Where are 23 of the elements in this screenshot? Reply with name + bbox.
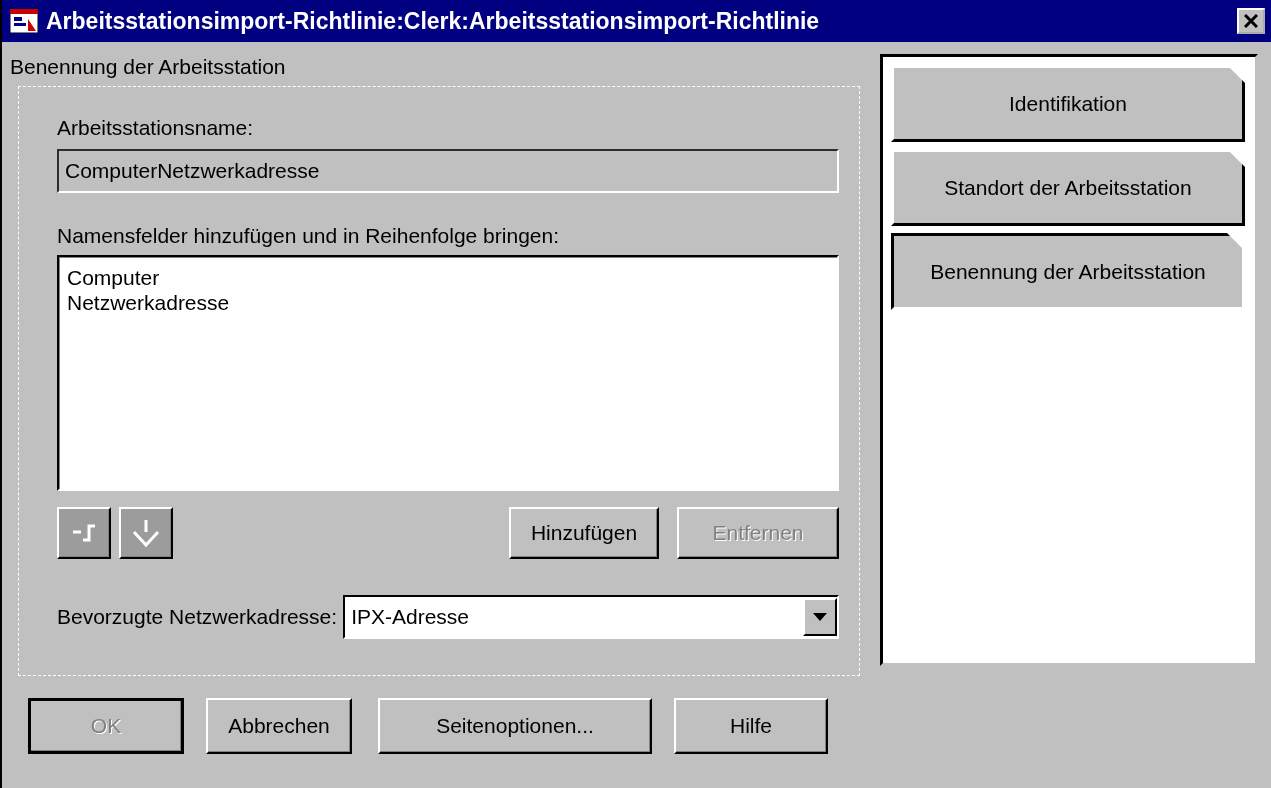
app-icon: [10, 9, 38, 33]
window-title: Arbeitsstationsimport-Richtlinie:Clerk:Arbeitsstationsimport-Richtlinie: [46, 7, 821, 35]
dialog-button[interactable]: Hilfe: [674, 698, 828, 754]
action-button[interactable]: Hinzufügen: [509, 507, 659, 559]
dialog-button[interactable]: Seitenoptionen...: [378, 698, 652, 754]
page-tab[interactable]: Standort der Arbeitsstation: [891, 149, 1245, 226]
name-fields-list[interactable]: Computer Netzwerkadresse: [57, 255, 839, 491]
close-icon: [1244, 14, 1258, 28]
address-dropdown[interactable]: IPX-Adresse: [343, 595, 839, 639]
close-button[interactable]: [1237, 8, 1265, 34]
caret-icon: [813, 613, 827, 621]
page-tab[interactable]: Benennung der Arbeitsstation: [891, 233, 1245, 310]
section-title: Benennung der Arbeitsstation: [10, 54, 287, 80]
list-item[interactable]: Netzwerkadresse: [67, 290, 829, 315]
dropdown-button[interactable]: [803, 598, 837, 636]
field-label: Namensfelder hinzufügen und in Reihenfolge bringen:: [57, 223, 560, 249]
page-tab[interactable]: Identifikation: [891, 65, 1245, 142]
dialog-button[interactable]: Abbrechen: [206, 698, 352, 754]
list-item[interactable]: Computer: [67, 265, 829, 290]
field-label: Arbeitsstationsname:: [57, 115, 255, 141]
dropdown-value: IPX-Adresse: [351, 605, 471, 629]
arrow-down-icon: [131, 518, 161, 548]
field-label: Bevorzugte Netzwerkadresse:: [57, 605, 338, 629]
